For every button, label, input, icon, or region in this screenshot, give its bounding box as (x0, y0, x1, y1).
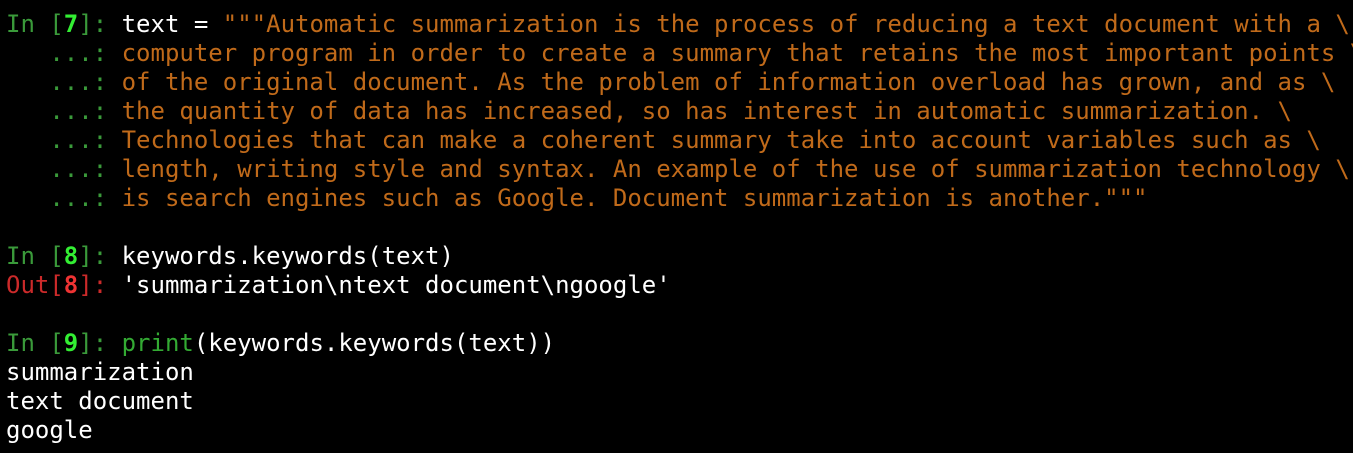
in-prompt-close: ]: (78, 10, 122, 38)
continuation-line: ...: of the original document. As the pr… (6, 68, 1353, 97)
continuation-prompt: ...: (6, 39, 122, 67)
code-assignment: text = (121, 10, 223, 38)
string-line: the quantity of data has increased, so h… (121, 97, 1292, 125)
string-line: of the original document. As the problem… (121, 68, 1336, 96)
continuation-prompt: ...: (6, 97, 122, 125)
in-prompt-label: In [ (6, 10, 64, 38)
string-line: Technologies that can make a coherent su… (121, 126, 1321, 154)
stdout-line: summarization (6, 358, 1353, 387)
in-prompt-label: In [ (6, 242, 64, 270)
stdout-text: text document (6, 387, 194, 415)
input-line-8: In [8]: keywords.keywords(text) (6, 242, 1353, 271)
in-prompt-number: 8 (63, 242, 79, 270)
stdout-line: text document (6, 387, 1353, 416)
out-prompt-close: ]: (78, 271, 122, 299)
string-line: """Automatic summarization is the proces… (222, 10, 1350, 38)
in-prompt-number: 9 (63, 329, 79, 357)
string-line: computer program in order to create a su… (121, 39, 1353, 67)
out-prompt-number: 8 (63, 271, 79, 299)
continuation-line: ...: length, writing style and syntax. A… (6, 155, 1353, 184)
out-value: 'summarization\ntext document\ngoogle' (121, 271, 671, 299)
in-prompt-close: ]: (78, 329, 122, 357)
builtin-print: print (121, 329, 194, 357)
in-prompt-close: ]: (78, 242, 122, 270)
continuation-prompt: ...: (6, 126, 122, 154)
stdout-text: summarization (6, 358, 194, 386)
input-line-7: In [7]: text = """Automatic summarizatio… (6, 10, 1353, 39)
string-line: is search engines such as Google. Docume… (121, 184, 1148, 212)
output-line-8: Out[8]: 'summarization\ntext document\ng… (6, 271, 1353, 300)
input-line-9: In [9]: print(keywords.keywords(text)) (6, 329, 1353, 358)
string-line: length, writing style and syntax. An exa… (121, 155, 1350, 183)
continuation-line: ...: computer program in order to create… (6, 39, 1353, 68)
code-call: keywords.keywords(text) (121, 242, 454, 270)
in-prompt-label: In [ (6, 329, 64, 357)
continuation-line: ...: is search engines such as Google. D… (6, 184, 1353, 213)
continuation-line: ...: the quantity of data has increased,… (6, 97, 1353, 126)
stdout-text: google (6, 416, 93, 444)
ipython-terminal[interactable]: In [7]: text = """Automatic summarizatio… (0, 0, 1353, 453)
out-prompt-label: Out[ (6, 271, 64, 299)
continuation-prompt: ...: (6, 155, 122, 183)
code-call: (keywords.keywords(text)) (193, 329, 556, 357)
in-prompt-number: 7 (63, 10, 79, 38)
continuation-line: ...: Technologies that can make a cohere… (6, 126, 1353, 155)
stdout-line: google (6, 416, 1353, 445)
continuation-prompt: ...: (6, 184, 122, 212)
continuation-prompt: ...: (6, 68, 122, 96)
